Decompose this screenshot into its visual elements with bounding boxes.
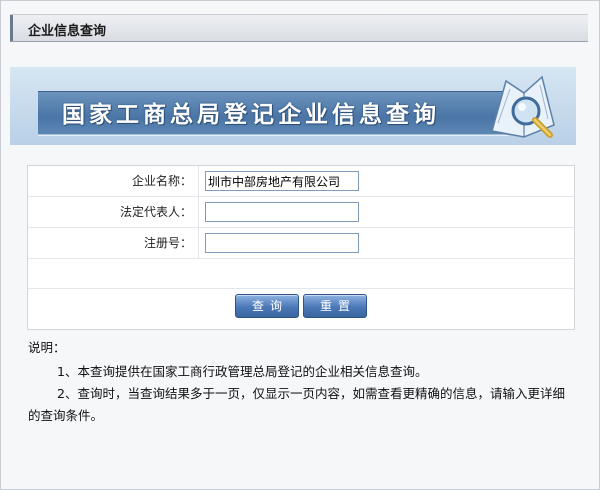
company-name-input[interactable] [205, 171, 359, 191]
reg-number-row: 注册号： [28, 228, 574, 259]
query-button[interactable]: 查询 [235, 294, 299, 318]
note-item: 2、查询时，当查询结果多于一页，仅显示一页内容，如需查看更精确的信息，请输入更详… [28, 386, 565, 423]
banner: 国家工商总局登记企业信息查询 [10, 67, 576, 145]
note-item: 1、本查询提供在国家工商行政管理总局登记的企业相关信息查询。 [57, 364, 428, 379]
company-name-label: 企业名称： [28, 166, 199, 196]
reg-number-label: 注册号： [28, 228, 199, 258]
magnifier-book-icon [491, 75, 555, 138]
legal-rep-label: 法定代表人： [28, 197, 199, 227]
notes-heading: 说明： [28, 340, 66, 355]
banner-title: 国家工商总局登记企业信息查询 [62, 101, 440, 128]
company-name-row: 企业名称： [28, 166, 574, 197]
spacer-row [28, 259, 574, 289]
header-accent [10, 15, 13, 41]
panel-title: 企业信息查询 [28, 24, 107, 39]
reg-number-input[interactable] [205, 233, 359, 253]
query-form: 企业名称： 法定代表人： 注册号： [27, 165, 575, 330]
window-frame: 企业信息查询 国家工商总局登记企业信息查询 企业名称： 法定代表人： 注册号： [0, 0, 600, 490]
legal-rep-input[interactable] [205, 202, 359, 222]
panel-header: 企业信息查询 [10, 14, 588, 42]
reset-button[interactable]: 重置 [303, 294, 367, 318]
legal-rep-row: 法定代表人： [28, 197, 574, 228]
